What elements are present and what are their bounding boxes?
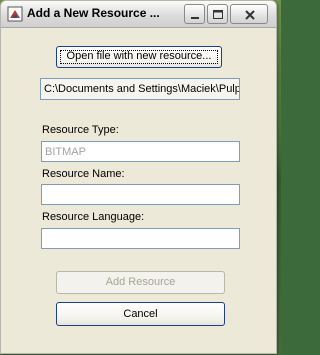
resource-language-field[interactable] [41, 228, 240, 249]
resource-type-field[interactable] [41, 141, 240, 162]
title-bar[interactable]: Add a New Resource ... [1, 1, 276, 28]
resource-name-field[interactable] [41, 184, 240, 205]
close-icon [245, 10, 255, 20]
add-resource-label: Add Resource [105, 276, 176, 288]
focus-rect [60, 50, 218, 64]
cancel-label: Cancel [123, 308, 158, 320]
minimize-icon [191, 17, 199, 19]
close-button[interactable] [230, 4, 268, 24]
window-title: Add a New Resource ... [27, 6, 160, 20]
cancel-button[interactable]: Cancel [56, 302, 225, 326]
app-icon [7, 6, 23, 22]
resource-type-label: Resource Type: [42, 124, 119, 136]
add-resource-button[interactable]: Add Resource [56, 271, 225, 294]
maximize-icon [213, 10, 223, 19]
dialog-window: Add a New Resource ... Open file with ne… [0, 0, 277, 354]
resource-name-label: Resource Name: [42, 168, 125, 180]
resource-language-label: Resource Language: [42, 211, 145, 223]
minimize-button[interactable] [184, 4, 205, 24]
maximize-button[interactable] [207, 4, 228, 24]
file-path-display: C:\Documents and Settings\Maciek\Pulpit [40, 78, 240, 100]
open-file-button[interactable]: Open file with new resource... [56, 46, 222, 68]
